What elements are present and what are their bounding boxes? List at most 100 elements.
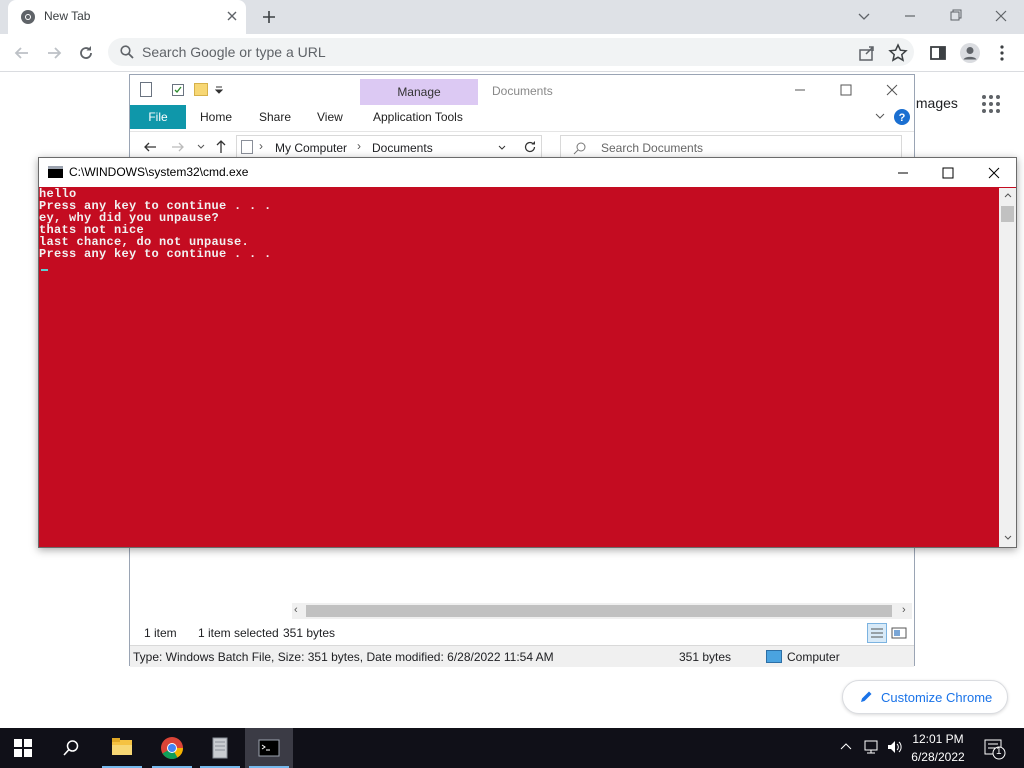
scroll-left-icon[interactable]: ‹: [294, 604, 298, 616]
tray-chevron-icon[interactable]: [840, 741, 852, 753]
explorer-back-icon[interactable]: [142, 139, 158, 155]
cmd-app-icon[interactable]: [48, 166, 63, 178]
breadcrumb-sep-icon: ›: [357, 139, 361, 153]
chrome-menu-icon[interactable]: [992, 43, 1012, 63]
cmd-output[interactable]: hello Press any key to continue . . . ey…: [39, 188, 999, 548]
chrome-favicon-icon: [20, 9, 36, 25]
chrome-tabstrip: New Tab: [0, 0, 1024, 34]
file-tab[interactable]: File: [130, 105, 186, 129]
customize-chrome-button[interactable]: Customize Chrome: [842, 680, 1008, 714]
chrome-taskbar-icon[interactable]: [148, 728, 196, 768]
address-icon: [241, 140, 253, 154]
selected-count: 1 item selected: [198, 626, 279, 640]
notification-center-icon[interactable]: 1: [984, 738, 1006, 760]
explorer-title: Documents: [492, 84, 553, 98]
details-location: Computer: [787, 650, 840, 664]
explorer-minimize-icon[interactable]: [788, 83, 812, 97]
view-tab[interactable]: View: [317, 110, 343, 124]
network-icon[interactable]: [862, 739, 880, 755]
refresh-icon[interactable]: [523, 140, 537, 154]
svg-text:?: ?: [899, 112, 906, 124]
explorer-status-bar: 1 item 1 item selected 351 bytes: [130, 623, 914, 643]
cmd-scroll-thumb[interactable]: [1001, 206, 1014, 222]
selected-size: 351 bytes: [283, 626, 336, 640]
recent-locations-icon[interactable]: [196, 142, 206, 152]
quick-access-dropdown-icon[interactable]: [215, 85, 223, 95]
explorer-search-placeholder: Search Documents: [601, 141, 704, 155]
customize-chrome-label: Customize Chrome: [881, 690, 993, 705]
forward-icon[interactable]: [44, 43, 64, 63]
cmd-close-icon[interactable]: [982, 166, 1006, 180]
file-explorer-taskbar-icon[interactable]: [98, 728, 146, 768]
address-dropdown-icon[interactable]: [497, 143, 507, 153]
scroll-up-icon[interactable]: [1003, 190, 1013, 200]
scroll-right-icon[interactable]: ›: [902, 604, 906, 616]
restore-icon[interactable]: [943, 5, 967, 27]
home-tab[interactable]: Home: [200, 110, 232, 124]
help-icon[interactable]: ?: [894, 109, 910, 125]
application-tools-tab[interactable]: Application Tools: [373, 110, 463, 124]
checkmark-icon[interactable]: [172, 84, 184, 96]
horizontal-scrollbar[interactable]: ‹ ›: [292, 603, 912, 619]
tab-title: New Tab: [44, 9, 91, 23]
share-icon[interactable]: [857, 43, 877, 63]
images-link[interactable]: Images: [912, 95, 958, 111]
details-view-icon[interactable]: [867, 623, 887, 643]
recycle-bin-taskbar-icon[interactable]: [196, 728, 244, 768]
explorer-ribbon-tabs: File Home Share View Application Tools ?: [130, 105, 914, 129]
ribbon-expand-icon[interactable]: [874, 111, 886, 121]
explorer-search-box[interactable]: Search Documents: [560, 135, 902, 159]
explorer-close-icon[interactable]: [880, 83, 904, 97]
explorer-titlebar: Manage Documents: [130, 75, 914, 105]
google-apps-icon[interactable]: [981, 94, 1001, 114]
minimize-icon[interactable]: [898, 5, 922, 27]
clock-time[interactable]: 12:01 PM: [898, 732, 978, 746]
new-folder-icon[interactable]: [194, 83, 208, 96]
side-panel-icon[interactable]: [928, 43, 948, 63]
tab-new-tab[interactable]: New Tab: [8, 0, 246, 34]
cmd-window: C:\WINDOWS\system32\cmd.exe hello Press …: [38, 157, 1017, 548]
explorer-maximize-icon[interactable]: [834, 83, 858, 97]
horizontal-scroll-thumb[interactable]: [306, 605, 892, 617]
notification-count: 1: [996, 746, 1002, 757]
large-icons-view-icon[interactable]: [891, 625, 907, 641]
cmd-vertical-scrollbar[interactable]: [999, 188, 1016, 547]
up-arrow-icon[interactable]: [214, 138, 228, 154]
breadcrumb-my-computer[interactable]: My Computer: [275, 141, 347, 155]
profile-avatar-icon[interactable]: [959, 42, 980, 63]
cmd-minimize-icon[interactable]: [891, 166, 915, 180]
clock-date[interactable]: 6/28/2022: [898, 750, 978, 764]
cmd-taskbar-icon[interactable]: [245, 728, 293, 768]
breadcrumb-sep-icon: ›: [259, 139, 263, 153]
explorer-forward-icon[interactable]: [170, 139, 186, 155]
share-tab[interactable]: Share: [259, 110, 291, 124]
new-tab-button[interactable]: [260, 8, 278, 26]
cmd-cursor: [41, 269, 48, 271]
file-details-text: Type: Windows Batch File, Size: 351 byte…: [133, 650, 554, 664]
address-bar[interactable]: › My Computer › Documents: [236, 135, 542, 159]
cmd-line: Press any key to continue . . .: [39, 247, 272, 261]
breadcrumb-documents[interactable]: Documents: [372, 141, 433, 155]
windows-start-icon[interactable]: [14, 739, 32, 757]
close-window-icon[interactable]: [989, 5, 1013, 27]
item-count: 1 item: [144, 626, 177, 640]
tab-search-icon[interactable]: [852, 5, 876, 27]
computer-icon: [766, 650, 782, 663]
manage-tab[interactable]: Manage: [360, 79, 478, 105]
scroll-down-icon[interactable]: [1003, 533, 1013, 543]
taskbar-search-icon[interactable]: [62, 739, 80, 757]
properties-icon[interactable]: [140, 82, 152, 97]
explorer-search-icon: [573, 141, 587, 155]
omnibox[interactable]: Search Google or type a URL: [108, 38, 914, 66]
bookmark-star-icon[interactable]: [888, 43, 908, 63]
cmd-maximize-icon[interactable]: [936, 166, 960, 180]
explorer-details-bar: Type: Windows Batch File, Size: 351 byte…: [130, 645, 914, 667]
omnibox-placeholder: Search Google or type a URL: [142, 44, 326, 60]
cmd-titlebar: C:\WINDOWS\system32\cmd.exe: [39, 158, 1016, 187]
reload-icon[interactable]: [76, 43, 96, 63]
back-icon[interactable]: [12, 43, 32, 63]
search-icon: [120, 45, 134, 59]
cmd-title: C:\WINDOWS\system32\cmd.exe: [69, 165, 249, 179]
tab-close-icon[interactable]: [224, 8, 240, 24]
cmd-line: ey, why did you unpause?: [39, 211, 220, 225]
